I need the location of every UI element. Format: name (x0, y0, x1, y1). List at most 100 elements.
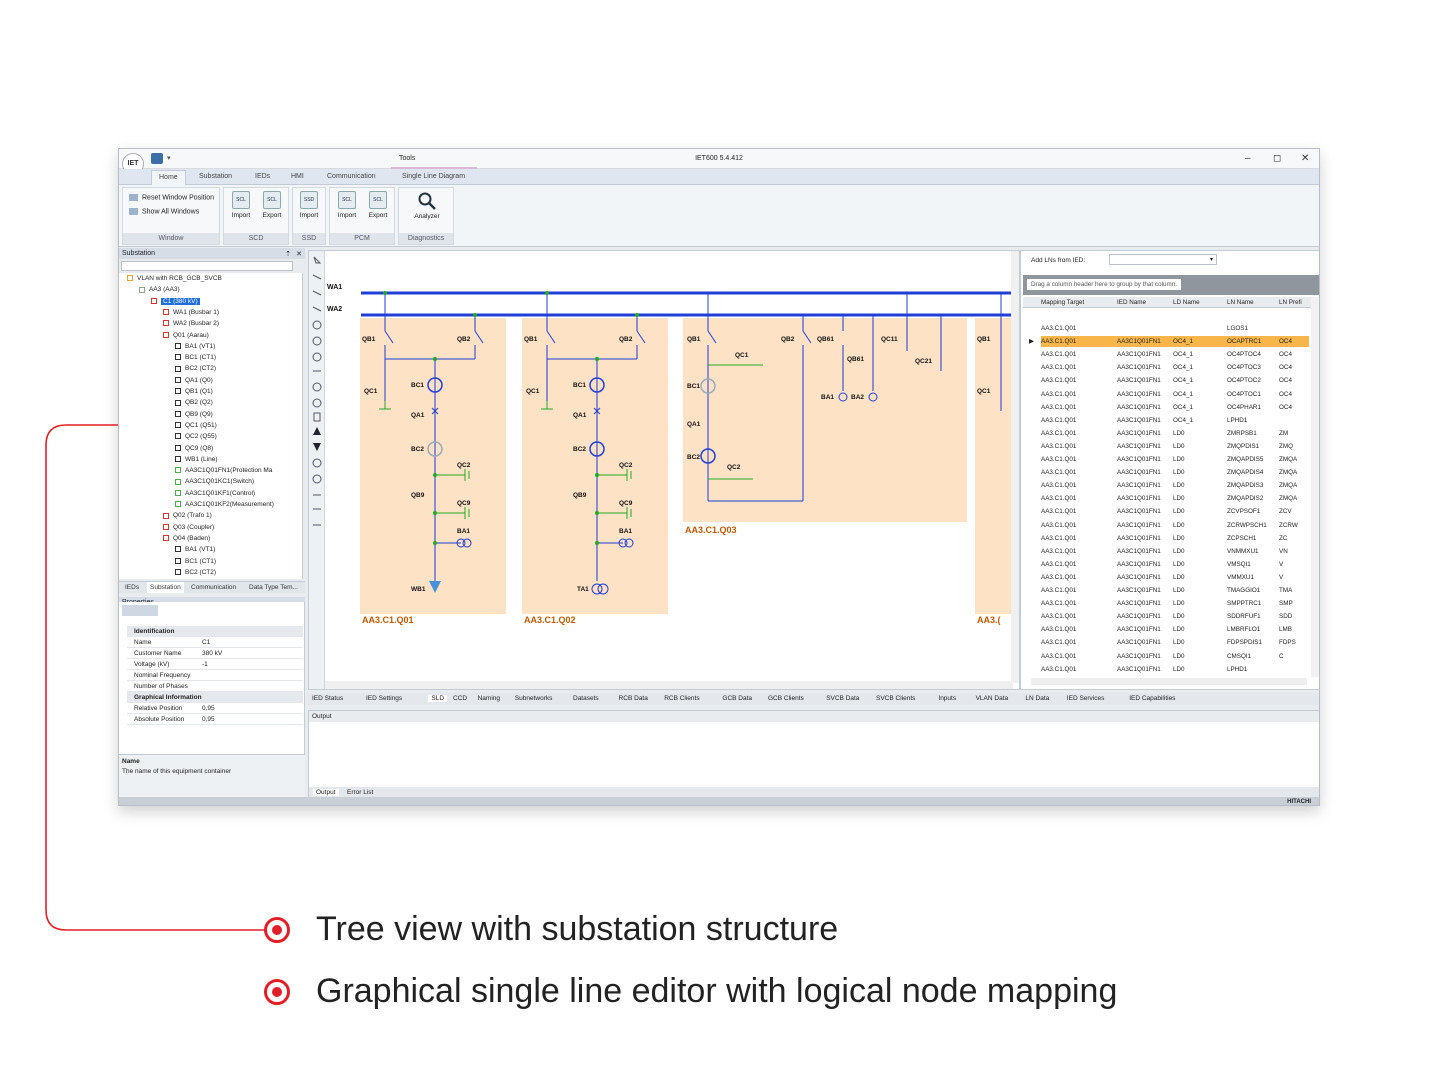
grid-cell[interactable]: AA3.C1.Q01 (1041, 548, 1076, 555)
tree-node[interactable]: QA1 (Q0) (175, 377, 213, 384)
grid-cell[interactable]: C (1279, 653, 1284, 660)
grid-cell[interactable]: TMAGGIO1 (1227, 587, 1260, 594)
grid-cell[interactable]: ZMQPDIS1 (1227, 443, 1259, 450)
grid-cell[interactable]: ZMQAPDIS5 (1227, 456, 1263, 463)
grid-cell[interactable]: V (1279, 561, 1283, 568)
minimize-button[interactable]: – (1245, 153, 1251, 164)
bay-background[interactable] (360, 318, 506, 614)
tree-node[interactable]: WA2 (Busbar 2) (163, 320, 219, 327)
tree-node[interactable]: QC1 (Q51) (175, 422, 217, 429)
panel-close-icon[interactable]: ✕ (296, 250, 302, 258)
tree-node[interactable]: QB9 (Q9) (175, 411, 213, 418)
tree-node[interactable]: QC2 (Q55) (175, 433, 217, 440)
grid-cell[interactable]: AA3.C1.Q01 (1041, 587, 1076, 594)
tree-node[interactable]: Q04 (Baden) (163, 535, 210, 542)
grid-cell[interactable]: AA3C1Q01FN1 (1117, 508, 1161, 515)
identification-category[interactable]: Identification (127, 626, 303, 637)
tab-substation-panel[interactable]: Substation (147, 582, 184, 593)
tab-data-type-templates[interactable]: Data Type Tem... (249, 584, 298, 595)
sld-drawing[interactable]: WA1 WA2 QB1 QB2 QC1 BC1 QA1 BC2 QC2 QC9 QB9 BA1 AA3.… (325, 251, 1020, 683)
doc-tab[interactable]: RCB Data (619, 695, 648, 702)
grid-cell[interactable]: LD0 (1173, 430, 1185, 437)
grid-cell[interactable]: LD0 (1173, 482, 1185, 489)
grid-cell[interactable]: ZCVPSOF1 (1227, 508, 1260, 515)
single-line-diagram-canvas[interactable]: WA1 WA2 QB1 QB2 QC1 BC1 QA1 BC2 QC2 QC9 QB9 BA1 AA3.… (308, 250, 1020, 690)
grid-cell[interactable]: AA3.C1.Q01 (1041, 495, 1076, 502)
tab-ieds-panel[interactable]: IEDs (125, 584, 139, 595)
doc-tab[interactable]: Inputs (938, 695, 956, 702)
tree-node[interactable]: C1 (380 kV) (151, 297, 200, 305)
tree-node[interactable]: BC2 (CT2) (175, 569, 216, 576)
grid-cell[interactable]: LD0 (1173, 613, 1185, 620)
output-text-area[interactable] (309, 725, 1309, 781)
grid-cell[interactable]: ZMQA (1279, 495, 1297, 502)
grid-cell[interactable]: LD0 (1173, 443, 1185, 450)
junction-dot[interactable] (595, 511, 599, 515)
grid-cell[interactable]: ZCRW (1279, 522, 1298, 529)
grid-cell[interactable]: AA3C1Q01FN1 (1117, 561, 1161, 568)
tab-hmi[interactable]: HMI (291, 173, 304, 180)
junction-dot[interactable] (635, 313, 639, 317)
grid-cell[interactable]: AA3.C1.Q01 (1041, 639, 1076, 646)
pcm-export-button[interactable]: SCL Export (365, 191, 391, 219)
junction-dot[interactable] (383, 291, 387, 295)
grid-cell[interactable]: OC4PHAR1 (1227, 404, 1261, 411)
grid-cell[interactable]: LD0 (1173, 495, 1185, 502)
doc-tab[interactable]: SVCB Data (826, 695, 859, 702)
grid-cell[interactable]: AA3C1Q01FN1 (1117, 522, 1161, 529)
tab-single-line-diagram[interactable]: Single Line Diagram (402, 173, 465, 180)
scd-import-button[interactable]: SCL Import (228, 191, 254, 219)
grid-cell[interactable]: AA3.C1.Q01 (1041, 391, 1076, 398)
grid-column-header[interactable]: LN Name (1227, 299, 1254, 306)
property-row[interactable]: Name C1 (127, 637, 303, 648)
grid-cell[interactable]: LD0 (1173, 469, 1185, 476)
grid-cell[interactable]: SMP (1279, 600, 1293, 607)
grid-cell[interactable]: VNMMXU1 (1227, 548, 1259, 555)
grid-cell[interactable]: ZMQAPDIS2 (1227, 495, 1263, 502)
tree-node[interactable]: BA1 (VT1) (175, 343, 215, 350)
grid-cell[interactable]: ZC (1279, 535, 1287, 542)
grid-cell[interactable]: AA3.C1.Q01 (1041, 522, 1076, 529)
grid-cell[interactable]: AA3.C1.Q01 (1041, 613, 1076, 620)
grid-cell[interactable]: AA3C1Q01FN1 (1117, 443, 1161, 450)
group-by-area[interactable]: Drag a column header here to group by th… (1023, 275, 1319, 295)
doc-tab[interactable]: SLD (428, 695, 448, 702)
sld-vertical-scrollbar[interactable] (1011, 251, 1019, 683)
grid-cell[interactable]: OC4_1 (1173, 417, 1193, 424)
doc-tab[interactable]: IED Status (312, 695, 343, 702)
grid-cell[interactable]: FDPSPDIS1 (1227, 639, 1262, 646)
tree-node[interactable]: Q03 (Coupler) (163, 524, 214, 531)
tree-node[interactable]: BA1 (VT1) (175, 546, 215, 553)
junction-dot[interactable] (545, 291, 549, 295)
doc-tab[interactable]: Datasets (573, 695, 599, 702)
grid-cell[interactable]: OC4 (1279, 351, 1292, 358)
grid-cell[interactable]: LD0 (1173, 508, 1185, 515)
grid-cell[interactable]: OC4 (1279, 391, 1292, 398)
doc-tab[interactable]: Naming (478, 695, 500, 702)
grid-cell[interactable]: AA3.C1.Q01 (1041, 508, 1076, 515)
grid-cell[interactable]: AA3.C1.Q01 (1041, 404, 1076, 411)
tree-node[interactable]: VLAN with RCB_GCB_SVCB (127, 275, 222, 282)
grid-cell[interactable]: ZMQ (1279, 443, 1293, 450)
grid-cell[interactable]: LD0 (1173, 600, 1185, 607)
tree-node[interactable]: AA3 (AA3) (139, 286, 180, 293)
property-row[interactable]: Number of Phases (127, 681, 303, 692)
tree-node[interactable]: AA3C1Q01KF2(Measurement) (175, 501, 274, 508)
grid-cell[interactable]: AA3C1Q01FN1 (1117, 417, 1161, 424)
grid-cell[interactable]: V (1279, 574, 1283, 581)
grid-column-header[interactable]: LN Prefi (1279, 299, 1302, 306)
grid-cell[interactable]: LD0 (1173, 561, 1185, 568)
property-row[interactable]: Customer Name 380 kV (127, 648, 303, 659)
analyzer-button[interactable]: Analyzer (411, 191, 443, 220)
grid-cell[interactable]: LD0 (1173, 666, 1185, 673)
grid-cell[interactable]: LMB (1279, 626, 1292, 633)
bay-background[interactable] (522, 318, 668, 614)
grid-cell[interactable]: AA3C1Q01FN1 (1117, 666, 1161, 673)
grid-column-header[interactable]: LD Name (1173, 299, 1200, 306)
sld-horizontal-scrollbar[interactable] (325, 681, 1013, 689)
grid-cell[interactable]: ZMQAPDIS3 (1227, 482, 1263, 489)
scd-export-button[interactable]: SCL Export (259, 191, 285, 219)
tree-node[interactable]: BC1 (CT1) (175, 354, 216, 361)
tree-node[interactable]: AA3C1Q01KC1(Switch) (175, 478, 254, 485)
grid-cell[interactable]: CMSQI1 (1227, 653, 1251, 660)
